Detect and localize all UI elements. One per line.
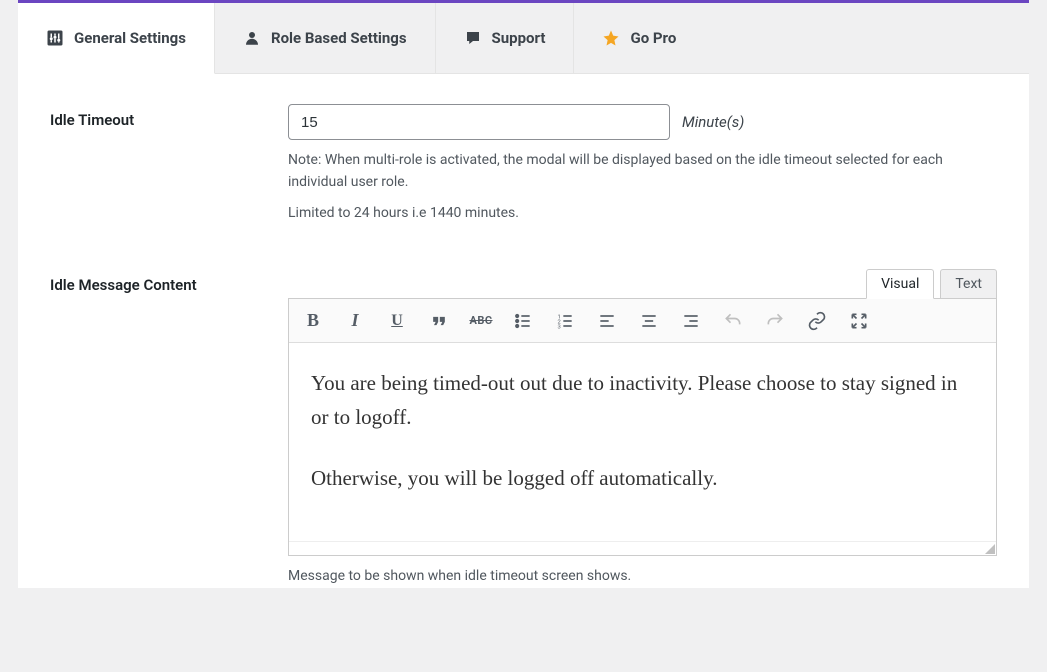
blockquote-button[interactable]: [425, 307, 453, 335]
svg-text:3: 3: [558, 324, 561, 330]
idle-timeout-note: Note: When multi-role is activated, the …: [288, 150, 997, 193]
editor-mode-tabs: Visual Text: [288, 269, 997, 299]
align-center-button[interactable]: [635, 307, 663, 335]
tab-go-pro[interactable]: Go Pro: [574, 3, 704, 73]
idle-message-label: Idle Message Content: [50, 269, 288, 294]
underline-button[interactable]: U: [383, 307, 411, 335]
italic-button[interactable]: I: [341, 307, 369, 335]
align-right-button[interactable]: [677, 307, 705, 335]
message-paragraph: You are being timed-out out due to inact…: [311, 367, 974, 434]
resize-handle[interactable]: [289, 541, 996, 555]
idle-message-help: Message to be shown when idle timeout sc…: [288, 566, 997, 588]
tab-label: Support: [492, 29, 546, 47]
link-button[interactable]: [803, 307, 831, 335]
redo-button[interactable]: [761, 307, 789, 335]
tab-support[interactable]: Support: [436, 3, 575, 73]
editor-toolbar: B I U ABC 123: [289, 299, 996, 343]
editor-tab-visual[interactable]: Visual: [866, 269, 934, 299]
tab-role-based-settings[interactable]: Role Based Settings: [215, 3, 436, 73]
user-icon: [243, 29, 261, 47]
bold-button[interactable]: B: [299, 307, 327, 335]
editor-tab-text[interactable]: Text: [940, 269, 997, 299]
fullscreen-button[interactable]: [845, 307, 873, 335]
idle-timeout-unit: Minute(s): [682, 113, 744, 131]
star-icon: [602, 29, 620, 47]
settings-panel: Idle Timeout Minute(s) Note: When multi-…: [18, 74, 1029, 588]
align-left-button[interactable]: [593, 307, 621, 335]
rich-text-editor: B I U ABC 123: [288, 298, 997, 556]
idle-timeout-limit: Limited to 24 hours i.e 1440 minutes.: [288, 203, 997, 225]
undo-button[interactable]: [719, 307, 747, 335]
tab-label: General Settings: [74, 29, 186, 47]
tab-general-settings[interactable]: General Settings: [18, 3, 215, 74]
idle-timeout-input[interactable]: [288, 104, 670, 140]
settings-tabs: General Settings Role Based Settings Sup…: [18, 0, 1029, 74]
sliders-icon: [46, 29, 64, 47]
tab-label: Go Pro: [630, 29, 676, 47]
strikethrough-button[interactable]: ABC: [467, 307, 495, 335]
idle-timeout-label: Idle Timeout: [50, 104, 288, 129]
chat-icon: [464, 29, 482, 47]
editor-content[interactable]: You are being timed-out out due to inact…: [289, 343, 996, 541]
bullet-list-button[interactable]: [509, 307, 537, 335]
message-paragraph: Otherwise, you will be logged off automa…: [311, 462, 974, 496]
numbered-list-button[interactable]: 123: [551, 307, 579, 335]
tab-label: Role Based Settings: [271, 29, 407, 47]
